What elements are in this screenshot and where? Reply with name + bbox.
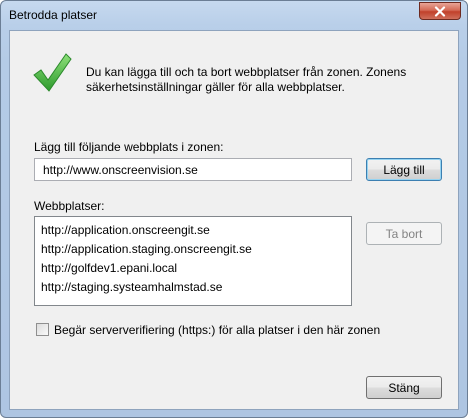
dialog-content: Du kan lägga till och ta bort webbplatse… [9,30,459,410]
https-checkbox-label[interactable]: Begär serververifiering (https:) för all… [54,323,380,337]
add-button[interactable]: Lägg till [366,158,442,181]
close-dialog-button[interactable]: Stäng [366,376,442,399]
close-x-icon [434,6,446,17]
dialog-window: Betrodda platser Du kan lägga till och t… [0,0,468,418]
sites-list-label: Webbplatser: [34,199,105,213]
site-url-input[interactable] [34,158,352,181]
list-item[interactable]: http://application.onscreengit.se [41,221,351,240]
list-item[interactable]: http://staging.systeamhalmstad.se [41,278,351,297]
intro-text: Du kan lägga till och ta bort webbplatse… [86,65,407,94]
title-bar[interactable]: Betrodda platser [1,1,467,29]
remove-button[interactable]: Ta bort [366,222,442,245]
list-item[interactable]: http://golfdev1.epani.local [41,259,351,278]
close-button[interactable] [419,2,461,20]
window-title: Betrodda platser [9,8,98,22]
add-site-label: Lägg till följande webbplats i zonen: [34,140,224,154]
sites-list[interactable]: http://application.onscreengit.se http:/… [34,216,352,306]
list-item[interactable]: http://application.staging.onscreengit.s… [41,240,351,259]
https-checkbox[interactable] [36,323,49,336]
green-checkmark-icon [33,53,72,92]
